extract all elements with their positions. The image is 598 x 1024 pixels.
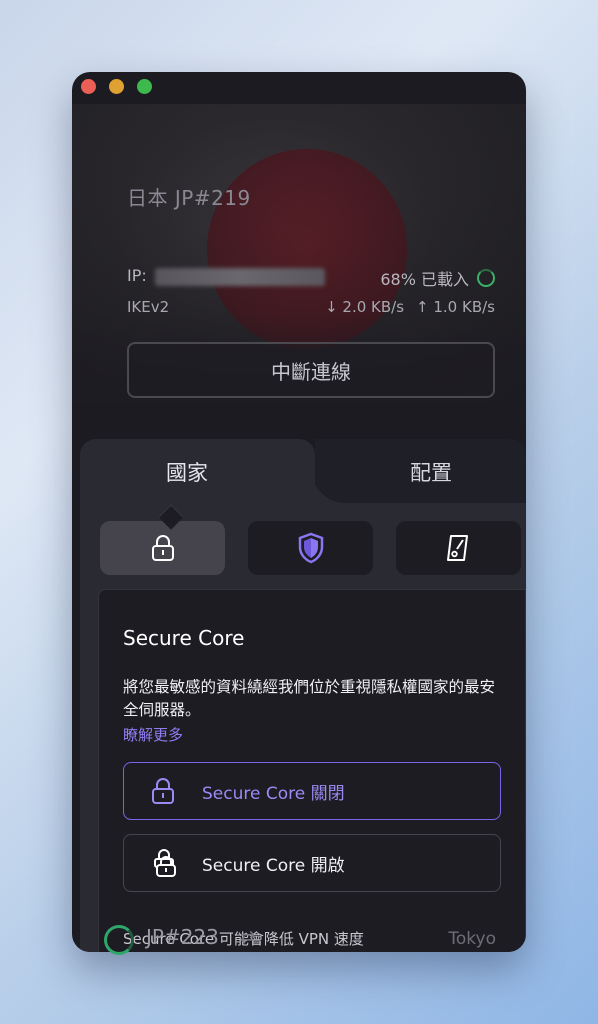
disconnect-button[interactable]: 中斷連線 — [127, 342, 495, 398]
secure-core-off-option[interactable]: Secure Core 關閉 — [123, 762, 501, 820]
ip-row: IP: 68% 已載入 — [127, 266, 495, 290]
bottom-server-name: JP#223 — [146, 925, 219, 949]
app-window: 日本 JP#219 IP: 68% 已載入 IKEv2 ↓ 2.0 KB/s ↑… — [72, 72, 526, 952]
server-panel: 國家 配置 Secure Core 將您最敏感的資料繞經我們位於重視隱私權國家的… — [80, 439, 526, 952]
close-window-button[interactable] — [81, 79, 96, 94]
netshield-feature-button[interactable] — [248, 521, 373, 575]
lock-icon — [151, 535, 174, 561]
connected-server-title: 日本 JP#219 — [127, 186, 251, 210]
minimize-window-button[interactable] — [109, 79, 124, 94]
secure-core-feature-button[interactable] — [100, 521, 225, 575]
secure-core-off-label: Secure Core 關閉 — [202, 783, 345, 804]
speed-readout: ↓ 2.0 KB/s ↑ 1.0 KB/s — [325, 298, 495, 316]
bottom-city-name: Tokyo — [448, 929, 496, 949]
download-speed: ↓ 2.0 KB/s — [325, 298, 405, 316]
bottom-status-bar[interactable]: JP#223 ⇄ Tokyo — [72, 897, 526, 955]
ip-address-redacted — [155, 268, 325, 286]
lock-icon — [152, 778, 174, 804]
protocol-label: IKEv2 — [127, 298, 170, 316]
tab-countries-label: 國家 — [166, 461, 208, 485]
double-lock-icon — [154, 849, 176, 877]
server-load-text: 68% 已載入 — [380, 270, 469, 289]
popover-description: 將您最敏感的資料繞經我們位於重視隱私權國家的最安全伺服器。 — [123, 678, 496, 719]
swap-icon[interactable]: ⇄ — [240, 927, 255, 948]
secure-core-on-option[interactable]: Secure Core 開啟 — [123, 834, 501, 892]
tor-feature-button[interactable] — [396, 521, 521, 575]
shield-icon — [298, 532, 323, 564]
upload-speed: ↑ 1.0 KB/s — [416, 298, 495, 316]
load-indicator-icon — [477, 269, 495, 287]
zoom-window-button[interactable] — [137, 79, 152, 94]
connection-status-icon — [104, 925, 134, 955]
server-load: 68% 已載入 — [380, 266, 495, 290]
tor-card-icon — [446, 535, 468, 561]
tab-profiles-label: 配置 — [410, 461, 452, 485]
popover-title: Secure Core — [123, 626, 245, 650]
secure-core-on-label: Secure Core 開啟 — [202, 855, 345, 876]
learn-more-link[interactable]: 瞭解更多 — [123, 724, 183, 745]
title-bar — [72, 72, 526, 104]
ip-label: IP: — [127, 266, 147, 285]
